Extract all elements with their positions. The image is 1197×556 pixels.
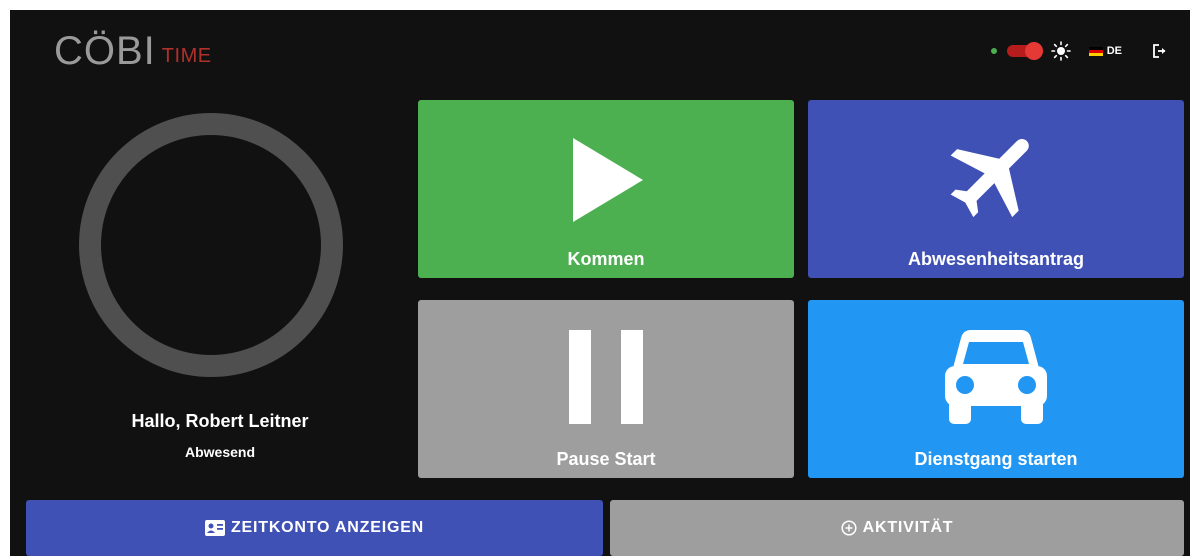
zeitkonto-label: ZEITKONTO ANZEIGEN <box>230 519 425 536</box>
id-card-icon <box>204 520 225 536</box>
kommen-label: Kommen <box>567 249 645 269</box>
language-label: DE <box>1106 45 1122 57</box>
zeitkonto-anzeigen-button[interactable]: ZEITKONTO ANZEIGEN <box>26 500 603 556</box>
logo-sub-text: TIME <box>161 45 212 67</box>
app-window: CÖBI TIME DE Hallo, Robert Leitner Abwes… <box>10 10 1190 556</box>
logo-main-text: CÖBI <box>54 29 156 73</box>
time-progress-ring <box>79 113 343 377</box>
pause-label: Pause Start <box>556 449 656 469</box>
user-greeting: Hallo, Robert Leitner <box>131 411 309 431</box>
abwesenheitsantrag-label: Abwesenheitsantrag <box>907 249 1085 269</box>
language-selector[interactable]: DE <box>1088 45 1122 57</box>
aktivitaet-label: AKTIVITÄT <box>862 519 954 536</box>
play-icon <box>573 138 643 222</box>
plus-circle-icon <box>841 520 857 536</box>
toggle-knob <box>1024 42 1043 60</box>
dienstgang-label: Dienstgang starten <box>914 449 1078 469</box>
online-status-dot <box>990 48 997 54</box>
pause-tile[interactable]: Pause Start <box>418 300 794 478</box>
app-logo: CÖBI TIME <box>54 26 212 76</box>
presence-status: Abwesend <box>184 444 255 460</box>
german-flag-icon <box>1088 46 1103 56</box>
sun-icon[interactable] <box>1050 41 1071 61</box>
car-icon <box>945 330 1047 424</box>
dienstgang-tile[interactable]: Dienstgang starten <box>808 300 1184 478</box>
airplane-icon <box>950 138 1029 218</box>
logout-icon[interactable] <box>1152 43 1168 59</box>
abwesenheitsantrag-tile[interactable]: Abwesenheitsantrag <box>808 100 1184 278</box>
theme-toggle[interactable] <box>1006 42 1043 60</box>
header-controls: DE <box>990 40 1168 62</box>
aktivitaet-button[interactable]: AKTIVITÄT <box>610 500 1184 556</box>
kommen-tile[interactable]: Kommen <box>418 100 794 278</box>
pause-icon <box>569 330 643 424</box>
